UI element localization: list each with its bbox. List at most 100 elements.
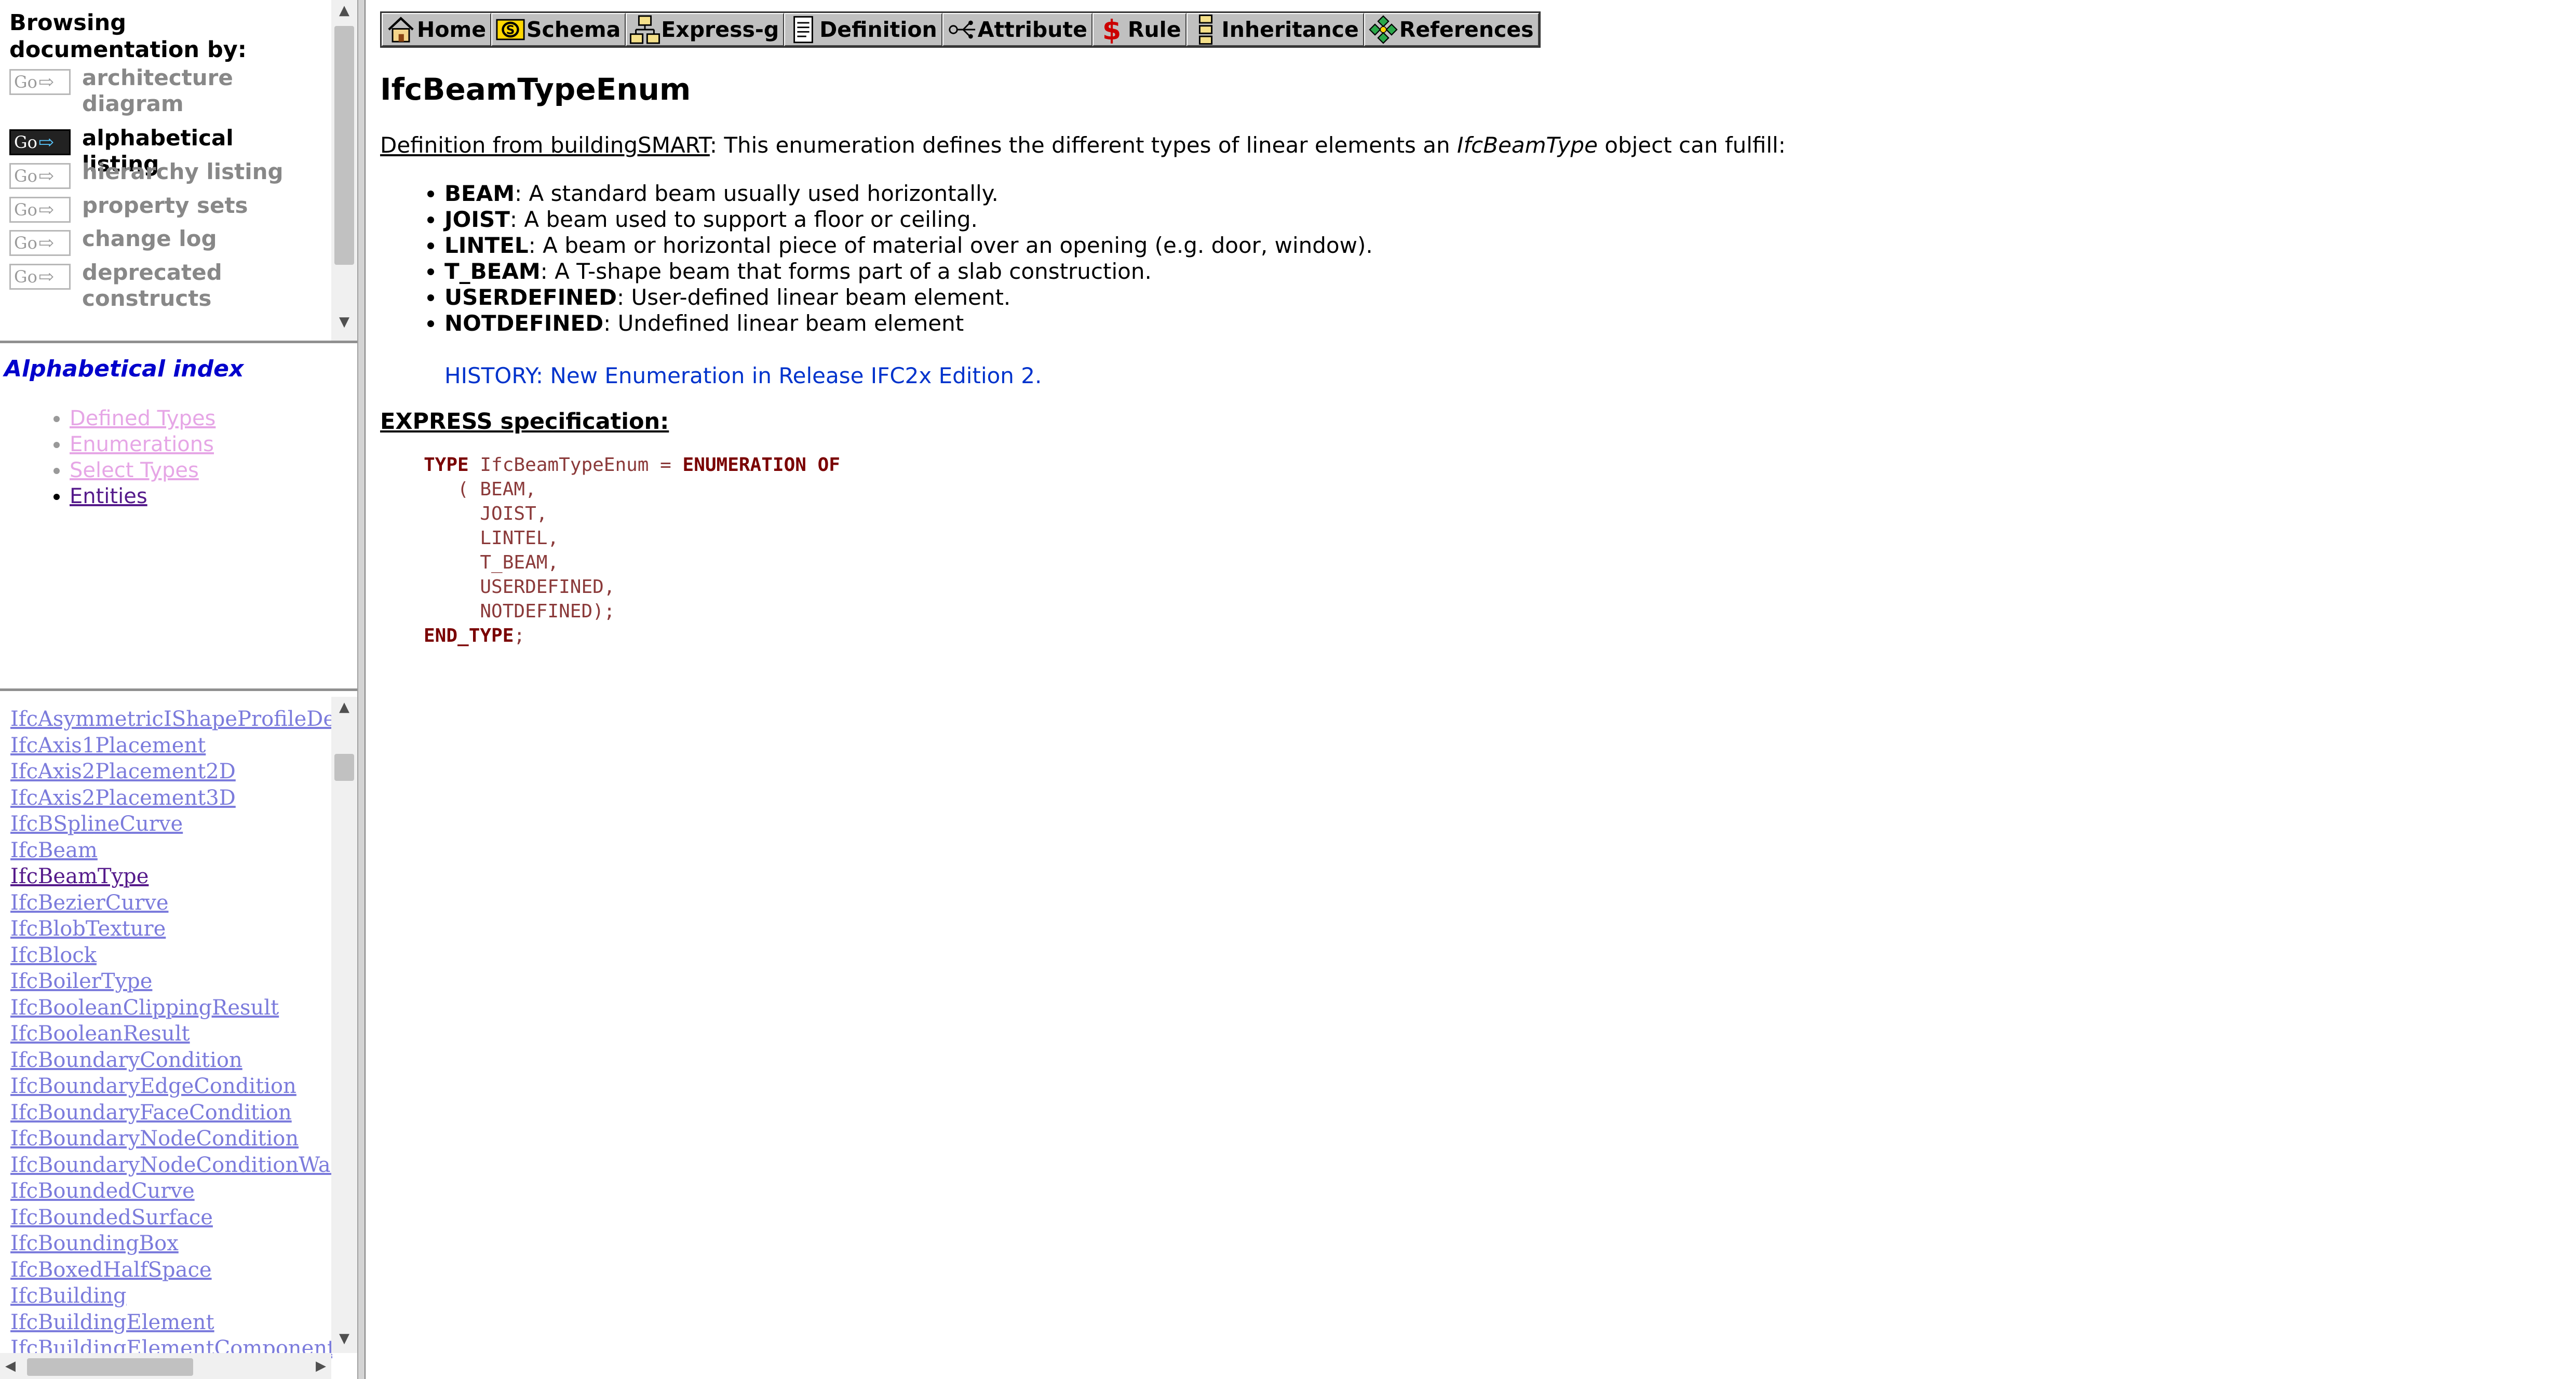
nav-item-label[interactable]: property sets xyxy=(82,193,311,219)
list-horizontal-scrollbar[interactable]: ◀ ▶ xyxy=(0,1353,331,1379)
nav-item-property-sets[interactable]: Go ⇨ property sets xyxy=(9,193,311,223)
go-button[interactable]: Go ⇨ xyxy=(9,69,71,95)
nav-item-label[interactable]: architecture diagram xyxy=(82,65,311,117)
enumeration-item-name: BEAM xyxy=(444,181,515,206)
document-icon xyxy=(793,16,814,44)
entity-link[interactable]: IfcBoilerType xyxy=(10,968,332,995)
toolbar-express-g-button[interactable]: Express-g xyxy=(626,13,785,46)
scroll-right-arrow-icon[interactable]: ▶ xyxy=(311,1353,331,1379)
enumeration-item-name: JOIST xyxy=(444,207,510,232)
toolbar-home-label: Home xyxy=(417,17,487,42)
home-icon xyxy=(388,17,414,43)
go-button-label: Go xyxy=(14,267,37,287)
nav-item-label[interactable]: change log xyxy=(82,226,311,252)
scroll-left-arrow-icon[interactable]: ◀ xyxy=(0,1353,21,1379)
nav-vertical-scrollbar[interactable]: ▲ ▼ xyxy=(331,0,357,341)
toolbar-schema-button[interactable]: S Schema xyxy=(491,13,626,46)
arrow-right-icon: ⇨ xyxy=(38,199,54,221)
list-vertical-scrollbar[interactable]: ▲ ▼ xyxy=(331,697,357,1353)
enumeration-item: USERDEFINED: User-defined linear beam el… xyxy=(444,285,2551,310)
toolbar-definition-label: Definition xyxy=(819,17,937,42)
nav-item-deprecated-constructs[interactable]: Go ⇨ deprecated constructs xyxy=(9,260,311,312)
toolbar-inheritance-label: Inheritance xyxy=(1221,17,1359,42)
express-code-block: TYPE IfcBeamTypeEnum = ENUMERATION OF ( … xyxy=(424,454,840,646)
index-link[interactable]: Defined Types xyxy=(70,407,215,430)
references-icon xyxy=(1369,15,1398,44)
arrow-right-icon: ⇨ xyxy=(38,131,54,153)
entity-link[interactable]: IfcBooleanResult xyxy=(10,1021,332,1047)
entity-link[interactable]: IfcAxis2Placement3D xyxy=(10,785,332,812)
entity-link[interactable]: IfcBoundedCurve xyxy=(10,1178,332,1205)
code-keyword-enumeration: ENUMERATION OF xyxy=(682,454,840,476)
nav-item-change-log[interactable]: Go ⇨ change log xyxy=(9,226,311,256)
scroll-thumb[interactable] xyxy=(334,26,354,265)
code-enum-value: LINTEL xyxy=(480,528,548,549)
entity-link[interactable]: IfcAsymmetricIShapeProfileDef xyxy=(10,706,332,733)
go-button-label: Go xyxy=(14,132,37,152)
go-button[interactable]: Go ⇨ xyxy=(9,264,71,290)
go-button[interactable]: Go ⇨ xyxy=(9,197,71,223)
entity-link[interactable]: IfcBoundaryCondition xyxy=(10,1047,332,1074)
arrow-right-icon: ⇨ xyxy=(38,232,54,254)
code-type-name: IfcBeamTypeEnum = xyxy=(468,454,683,476)
frame-divider[interactable] xyxy=(357,0,366,1379)
entity-link[interactable]: IfcAxis1Placement xyxy=(10,733,332,759)
toolbar-home-button[interactable]: Home xyxy=(382,13,492,46)
entity-link[interactable]: IfcBoundaryEdgeCondition xyxy=(10,1073,332,1100)
scroll-up-arrow-icon[interactable]: ▲ xyxy=(331,697,357,718)
code-enum-value: BEAM xyxy=(480,479,525,500)
toolbar-attribute-button[interactable]: Attribute xyxy=(942,13,1093,46)
enumeration-item: LINTEL: A beam or horizontal piece of ma… xyxy=(444,233,2551,259)
scroll-thumb[interactable] xyxy=(27,1358,193,1376)
toolbar-definition-button[interactable]: Definition xyxy=(784,13,942,46)
definition-link[interactable]: Definition from buildingSMART xyxy=(380,132,710,158)
entity-link[interactable]: IfcBlobTexture xyxy=(10,916,332,942)
scroll-down-arrow-icon[interactable]: ▼ xyxy=(331,312,357,332)
go-button[interactable]: Go ⇨ xyxy=(9,230,71,256)
nav-item-architecture-diagram[interactable]: Go ⇨ architecture diagram xyxy=(9,65,311,117)
entity-link[interactable]: IfcBoundedSurface xyxy=(10,1205,332,1231)
nav-item-label[interactable]: deprecated constructs xyxy=(82,260,311,312)
toolbar-references-button[interactable]: References xyxy=(1364,13,1539,46)
entity-link[interactable]: IfcBeamType xyxy=(10,863,332,890)
entity-list: IfcAsymmetricIShapeProfileDef IfcAxis1Pla… xyxy=(10,706,332,1362)
entity-link[interactable]: IfcBoundingBox xyxy=(10,1231,332,1257)
enumeration-item-description: : A T-shape beam that forms part of a sl… xyxy=(540,259,1152,284)
toolbar-rule-button[interactable]: $ Rule xyxy=(1092,13,1186,46)
history-note: HISTORY: New Enumeration in Release IFC2… xyxy=(444,363,1042,388)
index-link[interactable]: Enumerations xyxy=(70,432,214,456)
entity-link[interactable]: IfcBooleanClippingResult xyxy=(10,995,332,1021)
entity-link[interactable]: IfcBuilding xyxy=(10,1283,332,1309)
scroll-up-arrow-icon[interactable]: ▲ xyxy=(331,0,357,21)
entity-link[interactable]: IfcBSplineCurve xyxy=(10,811,332,837)
nav-item-label[interactable]: hierarchy listing xyxy=(82,159,311,185)
entity-link[interactable]: IfcBoundaryNodeCondition xyxy=(10,1126,332,1152)
scroll-down-arrow-icon[interactable]: ▼ xyxy=(331,1328,357,1349)
nav-item-hierarchy-listing[interactable]: Go ⇨ hierarchy listing xyxy=(9,159,311,189)
entity-link[interactable]: IfcBuildingElement xyxy=(10,1309,332,1336)
go-button[interactable]: Go ⇨ xyxy=(9,163,71,189)
code-enum-value: T_BEAM xyxy=(480,552,548,573)
navigation-frame: Browsing documentation by: Go ⇨ architectu… xyxy=(0,0,357,343)
toolbar-inheritance-button[interactable]: Inheritance xyxy=(1186,13,1364,46)
entity-link[interactable]: IfcAxis2Placement2D xyxy=(10,759,332,785)
index-list: Defined TypesEnumerationsSelect TypesEnt… xyxy=(31,405,215,509)
code-enum-value: USERDEFINED xyxy=(480,576,604,598)
attribute-icon xyxy=(949,20,975,39)
entity-link[interactable]: IfcBeam xyxy=(10,837,332,864)
entity-link[interactable]: IfcBoundaryNodeConditionWarping xyxy=(10,1152,332,1179)
scroll-thumb[interactable] xyxy=(334,754,354,781)
entity-link[interactable]: IfcBoundaryFaceCondition xyxy=(10,1100,332,1126)
index-link[interactable]: Select Types xyxy=(70,458,199,482)
entity-link[interactable]: IfcBezierCurve xyxy=(10,890,332,916)
enumeration-item: NOTDEFINED: Undefined linear beam elemen… xyxy=(444,310,2551,336)
entity-link[interactable]: IfcBlock xyxy=(10,942,332,969)
go-button[interactable]: Go ⇨ xyxy=(9,129,71,155)
toolbar-express-g-label: Express-g xyxy=(661,17,779,42)
toolbar-references-label: References xyxy=(1399,17,1534,42)
arrow-right-icon: ⇨ xyxy=(38,165,54,187)
index-link[interactable]: Entities xyxy=(70,484,147,508)
entity-link[interactable]: IfcBoxedHalfSpace xyxy=(10,1257,332,1283)
enumeration-item: T_BEAM: A T-shape beam that forms part o… xyxy=(444,259,2551,285)
enumeration-item-description: : Undefined linear beam element xyxy=(603,310,964,336)
